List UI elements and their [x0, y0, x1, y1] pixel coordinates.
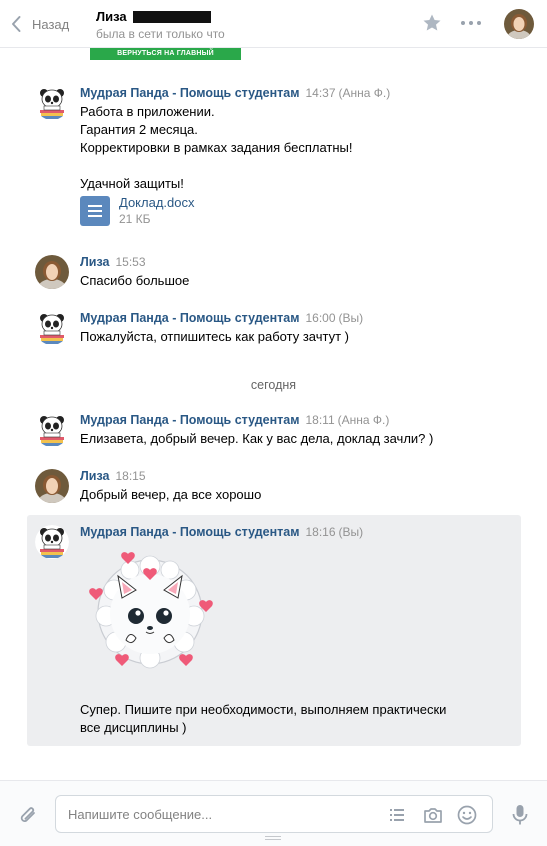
microphone-icon[interactable]: [510, 803, 530, 827]
back-button[interactable]: Назад: [10, 13, 69, 35]
message-text: Елизавета, добрый вечер. Как у вас дела,…: [80, 430, 480, 448]
peer-name: Лиза: [96, 9, 127, 24]
peer-avatar[interactable]: [35, 255, 69, 289]
message-time[interactable]: 16:00: [305, 311, 335, 325]
message-time[interactable]: 18:15: [115, 469, 145, 483]
message-line: Гарантия 2 месяца.: [80, 122, 198, 137]
document-name[interactable]: Доклад.docx: [119, 195, 195, 210]
peer-status: была в сети только что: [96, 27, 225, 41]
message-author[interactable]: Мудрая Панда - Помощь студентам: [80, 525, 299, 539]
message-sender-note: (Анна Ф.): [337, 413, 390, 427]
peer-avatar[interactable]: [504, 9, 534, 39]
message-line: Елизавета, добрый вечер. Как у вас дела,…: [80, 431, 434, 446]
message-text: Пожалуйста, отпишитесь как работу зачтут…: [80, 328, 480, 346]
redaction-mark: [132, 10, 211, 23]
chevron-left-icon: [12, 16, 21, 32]
fox-sticker[interactable]: [82, 546, 218, 676]
emoji-smile-icon[interactable]: [456, 804, 478, 826]
message-sender-note: (Анна Ф.): [338, 86, 391, 100]
star-icon[interactable]: [422, 13, 442, 33]
more-actions-icon[interactable]: [461, 13, 481, 33]
message-line: Пожалуйста, отпишитесь как работу зачтут…: [80, 329, 350, 344]
document-size: 21 КБ: [119, 212, 151, 226]
message-text: Добрый вечер, да все хорошо: [80, 486, 480, 504]
panda-avatar[interactable]: [35, 525, 69, 559]
message-text: Супер. Пишите при необходимости, выполня…: [80, 701, 480, 737]
message-time[interactable]: 18:16: [305, 525, 335, 539]
camera-icon[interactable]: [422, 804, 444, 826]
message-time[interactable]: 18:11: [305, 413, 334, 427]
message-line: Удачной защиты!: [80, 176, 184, 191]
message-line: Спасибо большое: [80, 273, 190, 288]
message-author[interactable]: Мудрая Панда - Помощь студентам: [80, 86, 299, 100]
template-list-icon[interactable]: [386, 804, 408, 826]
resize-grip[interactable]: [265, 836, 281, 841]
peer-info[interactable]: Лиза была в сети только что: [96, 9, 225, 41]
message-input[interactable]: [68, 805, 368, 823]
chat-header: Назад Лиза была в сети только что: [0, 0, 547, 48]
message-input-box[interactable]: [55, 795, 493, 833]
message-line: Добрый вечер, да все хорошо: [80, 487, 262, 502]
message-author[interactable]: Мудрая Панда - Помощь студентам: [80, 413, 299, 427]
date-divider: сегодня: [250, 378, 297, 392]
message-sender-note: (Вы): [338, 311, 364, 325]
message-line: [80, 157, 480, 175]
panda-avatar[interactable]: [35, 311, 69, 345]
message-sender-note: (Вы): [338, 525, 364, 539]
peer-avatar[interactable]: [35, 469, 69, 503]
back-label: Назад: [32, 16, 70, 32]
message-time[interactable]: 15:53: [115, 255, 145, 269]
message-line: Супер. Пишите при необходимости, выполня…: [80, 702, 447, 717]
panda-avatar[interactable]: [35, 86, 69, 120]
paperclip-icon[interactable]: [18, 805, 40, 827]
message-author[interactable]: Лиза: [80, 255, 109, 269]
message-text: Спасибо большое: [80, 272, 480, 290]
panda-avatar[interactable]: [35, 413, 69, 447]
message-composer: [0, 780, 547, 846]
message-line: Работа в приложении.: [80, 104, 215, 119]
message-line: Корректировки в рамках задания бесплатны…: [80, 140, 353, 155]
document-icon: [80, 196, 110, 226]
message-time[interactable]: 14:37: [305, 86, 335, 100]
message-author[interactable]: Мудрая Панда - Помощь студентам: [80, 311, 299, 325]
message-line: все дисциплины ): [80, 720, 187, 735]
message-text: Работа в приложении. Гарантия 2 месяца. …: [80, 103, 480, 193]
message-author[interactable]: Лиза: [80, 469, 109, 483]
return-home-banner[interactable]: ВЕРНУТЬСЯ НА ГЛАВНЫЙ: [90, 48, 241, 60]
